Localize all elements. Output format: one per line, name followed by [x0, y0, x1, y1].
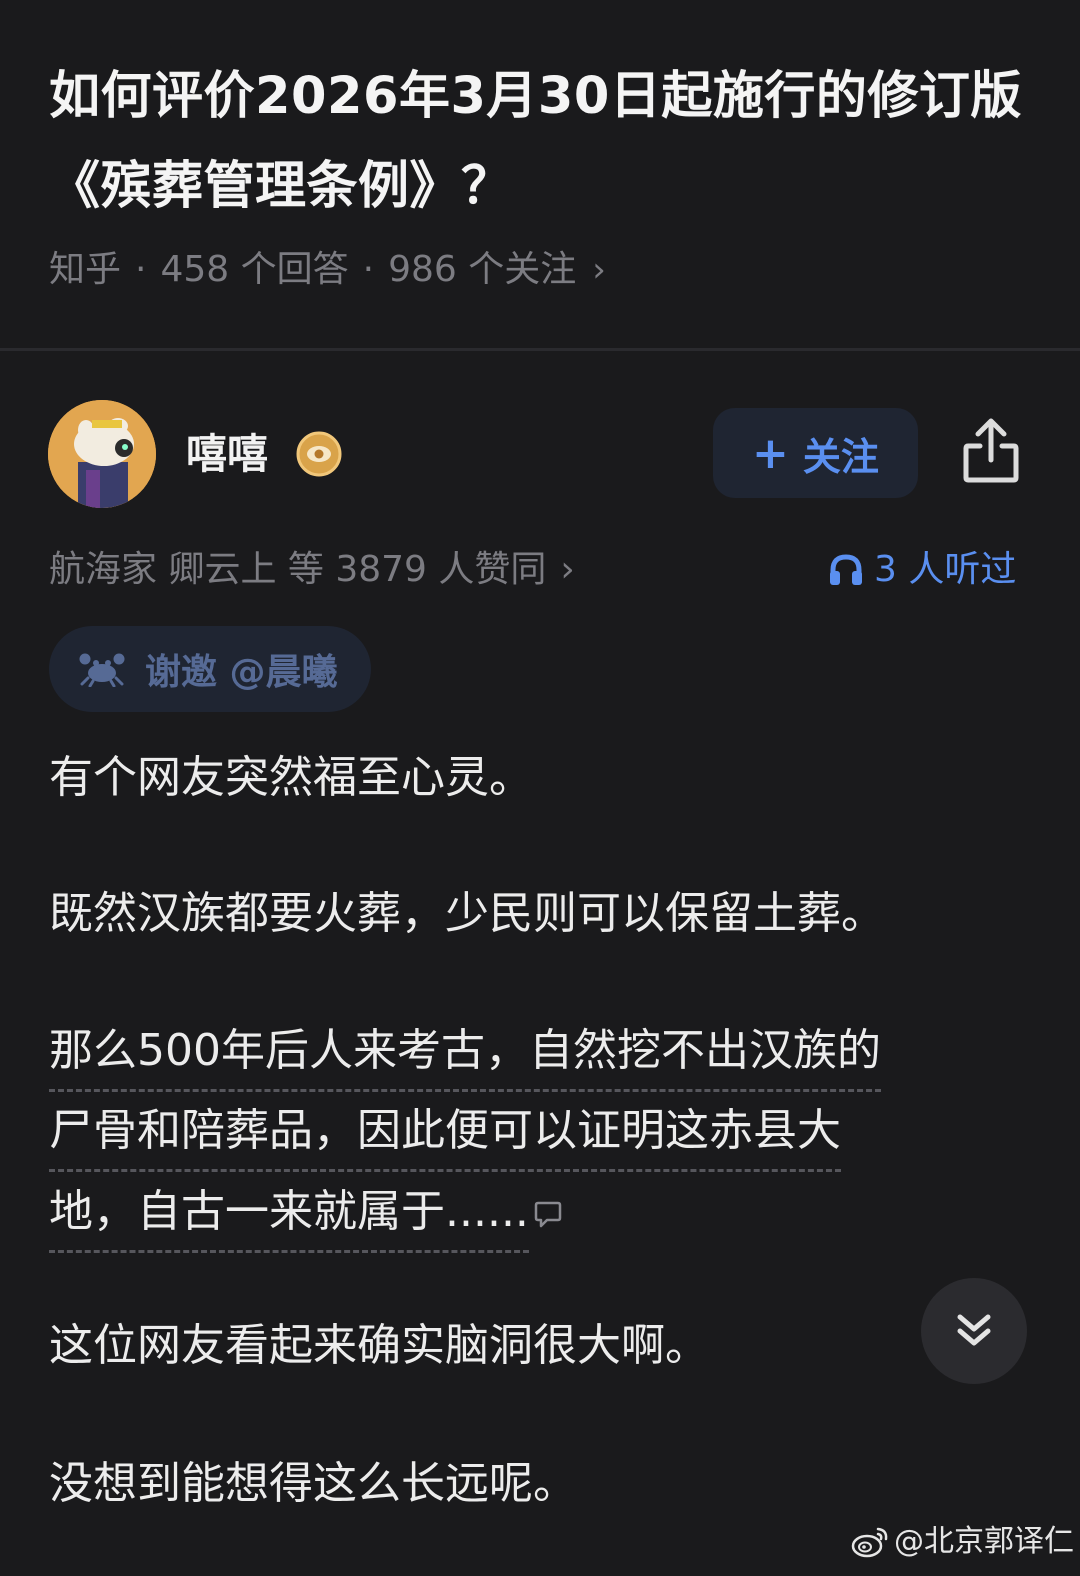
annotated-paragraph[interactable]: 那么500年后人来考古，自然挖不出汉族的 尸骨和陪葬品，因此便可以证明这赤县大 … — [49, 1012, 1039, 1253]
share-icon[interactable] — [960, 416, 1022, 486]
plus-icon: + — [752, 427, 789, 479]
invite-tag[interactable]: 谢邀 @晨曦 — [49, 626, 371, 712]
question-title[interactable]: 如何评价2026年3月30日起施行的修订版《殡葬管理条例》？ — [49, 52, 1039, 232]
answer-paragraph: 没想到能想得这么长远呢。 — [49, 1458, 577, 1509]
separator-dot: · — [362, 249, 375, 290]
watermark: @北京郭译仁 — [850, 1520, 1074, 1564]
chevron-right-icon: › — [592, 250, 606, 290]
upvote-summary[interactable]: 航海家 卿云上 等 3879 人赞同 › — [49, 540, 575, 600]
annotated-line: 地，自古一来就属于...... — [49, 1173, 529, 1253]
follower-count: 986 个关注 — [388, 249, 577, 290]
annotated-line: 那么500年后人来考古，自然挖不出汉族的 — [49, 1012, 881, 1092]
avatar[interactable] — [48, 400, 156, 508]
follow-label: 关注 — [802, 434, 879, 479]
weibo-icon — [851, 1527, 888, 1558]
crab-icon — [79, 653, 125, 687]
chevron-right-icon: › — [560, 549, 575, 590]
question-meta[interactable]: 知乎 · 458 个回答 · 986 个关注 › — [49, 240, 606, 300]
comment-icon[interactable] — [533, 1199, 563, 1229]
separator-dot: · — [135, 249, 147, 290]
listened-text: 3 人听过 — [874, 549, 1017, 590]
answer-count: 458 个回答 — [160, 249, 349, 290]
listened-count[interactable]: 3 人听过 — [828, 540, 1016, 600]
section-divider — [0, 348, 1080, 351]
scroll-down-button[interactable] — [921, 1278, 1027, 1384]
author-name[interactable]: 嘻嘻 — [186, 424, 268, 484]
answer-paragraph: 有个网友突然福至心灵。 — [49, 752, 533, 803]
watermark-text: @北京郭译仁 — [894, 1524, 1074, 1559]
follow-button[interactable]: + 关注 — [713, 408, 918, 498]
answer-paragraph: 既然汉族都要火葬，少民则可以保留土葬。 — [49, 888, 885, 939]
invite-text: 谢邀 @晨曦 — [145, 652, 338, 693]
annotated-line: 尸骨和陪葬品，因此便可以证明这赤县大 — [49, 1092, 841, 1172]
answer-paragraph: 这位网友看起来确实脑洞很大啊。 — [49, 1320, 709, 1371]
headphones-icon — [830, 554, 862, 585]
verified-badge-icon — [296, 431, 342, 477]
upvote-text: 航海家 卿云上 等 3879 人赞同 — [49, 549, 547, 590]
double-chevron-down-icon — [957, 1314, 991, 1346]
source-label: 知乎 — [49, 249, 122, 290]
